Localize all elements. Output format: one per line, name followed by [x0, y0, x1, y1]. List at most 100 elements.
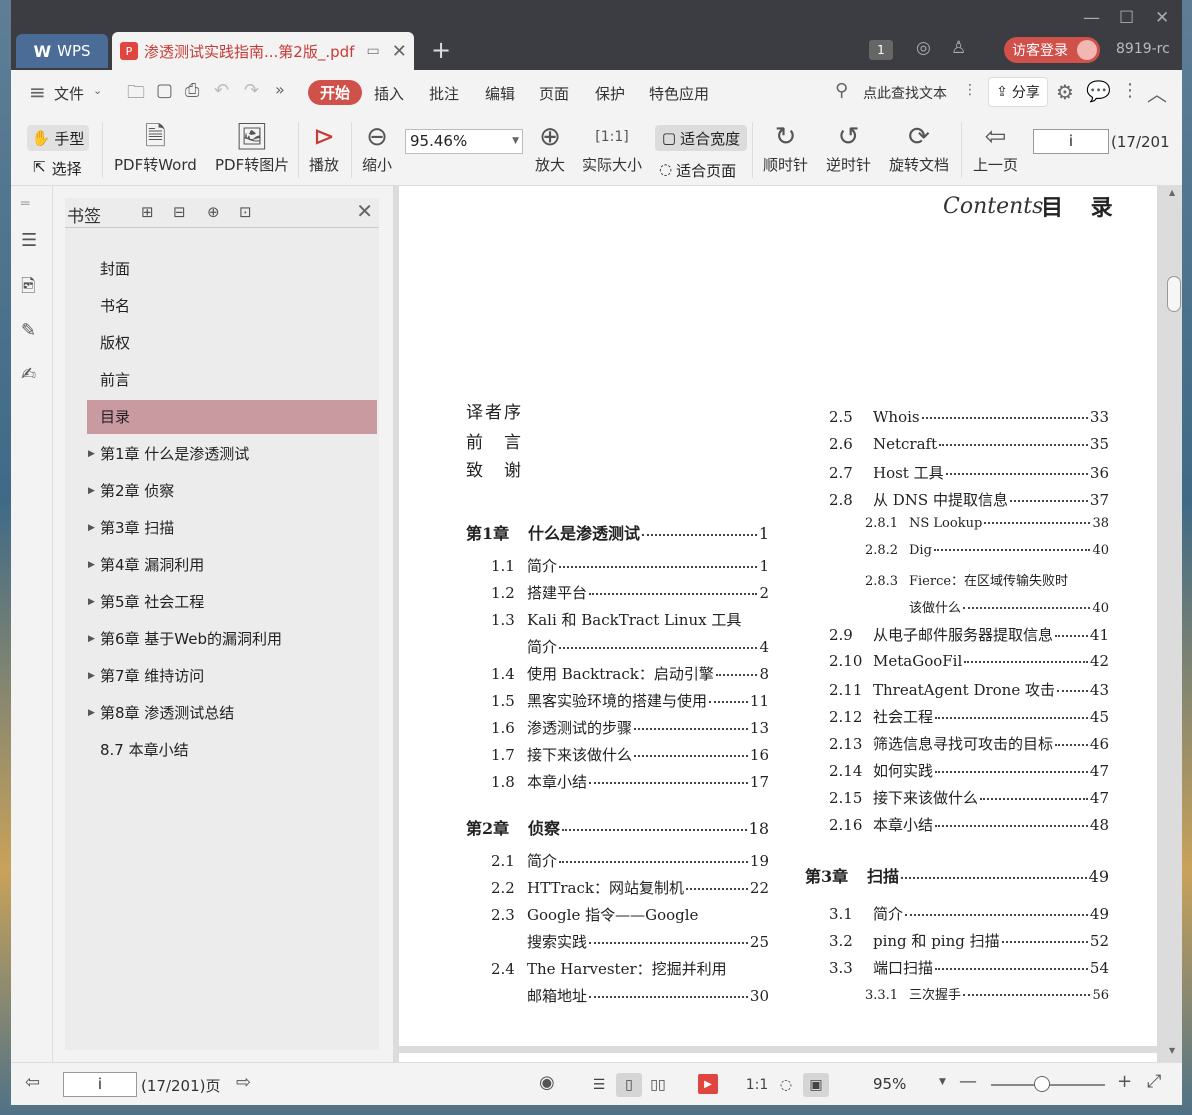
minimize-icon[interactable]: —	[1083, 8, 1100, 28]
undo-icon[interactable]: ↶	[214, 80, 229, 101]
collapse-ribbon-icon[interactable]: ︿	[1147, 78, 1167, 107]
toc-entry[interactable]: 2.1 简介 19	[491, 850, 769, 871]
maximize-icon[interactable]: ☐	[1119, 8, 1134, 28]
more-chevron-icon[interactable]: »	[275, 80, 285, 99]
thumbnail-icon[interactable]: 🖻	[21, 274, 41, 297]
gear-icon[interactable]: ⚙	[1056, 80, 1074, 104]
toc-entry[interactable]: 1.6 渗透测试的步骤 13	[491, 717, 769, 738]
drag-handle-icon[interactable]: ═	[21, 196, 41, 216]
expand-arrow-icon[interactable]: ▶	[88, 548, 95, 582]
toc-entry[interactable]: 1.4 使用 Backtrack：启动引擎 8	[491, 663, 769, 684]
single-page-view-icon[interactable]: ▯	[616, 1073, 642, 1097]
prev-page-button[interactable]: ⇦ 上一页	[973, 120, 1018, 175]
toc-entry[interactable]: 3.2 ping 和 ping 扫描 52	[829, 930, 1109, 951]
toc-entry[interactable]: 2.8.2 Dig 40	[865, 543, 1109, 558]
toc-entry[interactable]: 3.3 端口扫描 54	[829, 957, 1109, 978]
toc-entry[interactable]: 简介 4	[527, 636, 769, 657]
toc-entry[interactable]: 邮箱地址 30	[527, 985, 769, 1006]
more-icon[interactable]: ⋮	[1121, 80, 1139, 101]
bookmark-item[interactable]: ▶ 第4章 漏洞利用	[87, 548, 377, 582]
actual-size-button[interactable]: [1:1] 实际大小	[582, 120, 642, 175]
screen-icon[interactable]: ▭	[366, 43, 379, 59]
hamburger-icon[interactable]: ≡	[29, 80, 46, 104]
bookmark-item[interactable]: 前言	[87, 363, 377, 397]
toc-entry[interactable]: 1.5 黑客实验环境的搭建与使用 11	[491, 690, 769, 711]
prev-page-icon[interactable]: ⇦	[25, 1072, 40, 1093]
toc-entry[interactable]: 第2章 侦察 18	[466, 815, 769, 839]
bookmark-icon[interactable]: ⊡	[239, 203, 252, 221]
rotate-ccw-button[interactable]: ↺ 逆时针	[826, 120, 871, 175]
tab-wps-home[interactable]: W WPS	[16, 34, 108, 68]
toc-entry[interactable]: 1.1 简介 1	[491, 555, 769, 576]
status-page-input[interactable]: i	[63, 1072, 137, 1097]
bookmark-item[interactable]: 目录	[87, 400, 377, 434]
toc-entry[interactable]: 2.9 从电子邮件服务器提取信息 41	[829, 624, 1109, 645]
close-tab-icon[interactable]: ✕	[392, 41, 407, 62]
redo-icon[interactable]: ↷	[244, 80, 259, 101]
play-button[interactable]: ⊳ 播放	[309, 120, 339, 175]
toc-entry[interactable]: 2.16 本章小结 48	[829, 814, 1109, 835]
window-count-badge[interactable]: 1	[869, 40, 893, 60]
continuous-view-icon[interactable]: ☰	[586, 1073, 612, 1097]
bookmark-item[interactable]: ▶ 第6章 基于Web的漏洞利用	[87, 622, 377, 656]
toc-entry[interactable]: 2.11 ThreatAgent Drone 攻击 43	[829, 679, 1109, 700]
toc-entry[interactable]: 1.2 搭建平台 2	[491, 582, 769, 603]
bookmark-item[interactable]: ▶ 第7章 维持访问	[87, 659, 377, 693]
double-page-view-icon[interactable]: ▯▯	[645, 1073, 671, 1097]
eye-icon[interactable]: ◉	[539, 1072, 555, 1093]
bookmark-item[interactable]: ▶ 第2章 侦察	[87, 474, 377, 508]
login-button[interactable]: 访客登录	[1004, 37, 1100, 63]
pdf-to-image-button[interactable]: 🖼 PDF转图片	[215, 120, 289, 175]
find-text-button[interactable]: 点此查找文本	[863, 83, 947, 103]
bookmark-item[interactable]: ▶ 第1章 什么是渗透测试	[87, 437, 377, 471]
bookmark-list-icon[interactable]: ☰	[21, 230, 41, 251]
toc-entry[interactable]: 该做什么 40	[909, 597, 1109, 616]
expand-arrow-icon[interactable]: ▶	[88, 474, 95, 508]
toc-entry[interactable]: 第1章 什么是渗透测试 1	[466, 520, 769, 544]
toc-entry[interactable]: 2.5 Whois 33	[829, 408, 1109, 426]
toc-entry[interactable]: 1.3 Kali 和 BackTract Linux 工具	[491, 609, 769, 630]
zoom-select[interactable]: 95.46% ▼	[405, 129, 523, 154]
vertical-scrollbar[interactable]	[1167, 276, 1181, 312]
rotate-document-button[interactable]: ⟳ 旋转文档	[889, 120, 949, 175]
bookmark-item[interactable]: ▶ 第3章 扫描	[87, 511, 377, 545]
tab-annotate[interactable]: 批注	[429, 83, 459, 104]
zoom-in-button[interactable]: ⊕ 放大	[535, 120, 565, 175]
toc-entry[interactable]: 2.7 Host 工具 36	[829, 462, 1109, 483]
toc-entry[interactable]: 2.13 筛选信息寻找可攻击的目标 46	[829, 733, 1109, 754]
expand-arrow-icon[interactable]: ▶	[88, 585, 95, 619]
expand-arrow-icon[interactable]: ▶	[88, 437, 95, 471]
vertical-dots-icon[interactable]: ⋮	[963, 82, 977, 98]
pdf-to-word-button[interactable]: 🗎 PDF转Word	[114, 120, 197, 175]
bookmark-item[interactable]: 封面	[87, 252, 377, 286]
toc-entry[interactable]: 2.8 从 DNS 中提取信息 37	[829, 489, 1109, 510]
toc-entry[interactable]: 1.8 本章小结 17	[491, 771, 769, 792]
expand-arrow-icon[interactable]: ▶	[88, 511, 95, 545]
bookmark-item[interactable]: 书名	[87, 289, 377, 323]
fit-page-icon[interactable]: ◌	[773, 1073, 799, 1097]
next-page-icon[interactable]: ⇨	[236, 1072, 251, 1093]
rotate-cw-button[interactable]: ↻ 顺时针	[763, 120, 808, 175]
expand-arrow-icon[interactable]: ▶	[88, 659, 95, 693]
save-icon[interactable]: ▢	[156, 80, 173, 101]
open-folder-icon[interactable]: 🗀	[127, 80, 145, 110]
toc-entry[interactable]: 2.2 HTTrack：网站复制机 22	[491, 877, 769, 898]
scroll-up-icon[interactable]: ▲	[1169, 188, 1175, 197]
toc-entry[interactable]: 2.3 Google 指令——Google	[491, 904, 769, 925]
zoom-in-icon[interactable]: +	[1117, 1071, 1132, 1092]
page-number-input[interactable]: i	[1033, 129, 1109, 154]
skin-icon[interactable]: ◎	[916, 38, 931, 58]
expand-arrow-icon[interactable]: ▶	[88, 622, 95, 656]
toc-entry[interactable]: 2.8.1 NS Lookup 38	[865, 516, 1109, 531]
tab-start[interactable]: 开始	[308, 80, 362, 105]
toc-entry[interactable]: 2.10 MetaGooFil 42	[829, 652, 1109, 670]
print-icon[interactable]: ⎙	[185, 80, 199, 101]
tab-document[interactable]: P 渗透测试实践指南...第2版_.pdf ▭ ✕	[112, 32, 414, 70]
toc-entry[interactable]: 2.12 社会工程 45	[829, 706, 1109, 727]
toc-entry[interactable]: 2.6 Netcraft 35	[829, 435, 1109, 453]
file-menu[interactable]: 文件	[54, 83, 84, 104]
toc-entry[interactable]: 2.14 如何实践 47	[829, 760, 1109, 781]
tab-protect[interactable]: 保护	[595, 83, 625, 104]
toc-entry[interactable]: 2.15 接下来该做什么 47	[829, 787, 1109, 808]
play-slideshow-icon[interactable]: ▶	[698, 1074, 718, 1094]
